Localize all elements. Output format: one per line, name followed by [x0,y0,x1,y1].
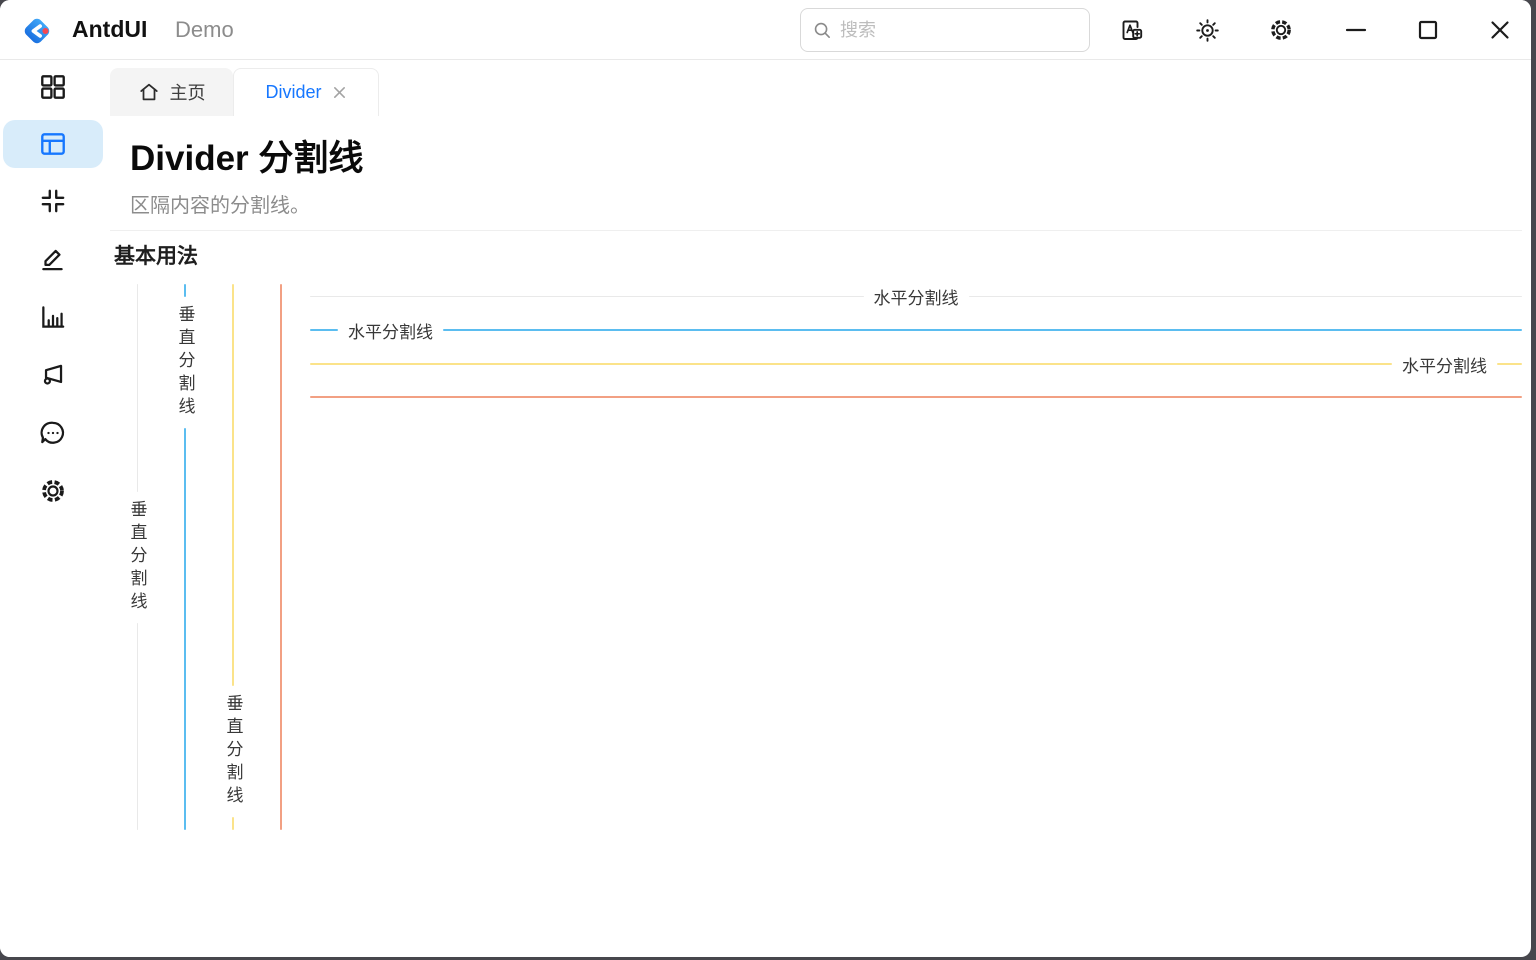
app-window: AntdUI Demo 搜索 主页 Divider Divider 分割线 区隔… [0,0,1531,957]
divider-line [184,428,186,830]
divider-label: 垂直分割线 [223,694,243,809]
divider-label: 垂直分割线 [175,305,195,420]
vertical-divider-blue-top: 垂直分割线 [173,284,197,830]
settings-icon [42,480,64,502]
antdui-logo-icon [24,18,50,44]
header-divider [110,230,1522,231]
divider-line [1497,363,1522,365]
vertical-divider-default: 垂直分割线 [125,284,149,830]
vertical-divider-red-plain [269,284,293,830]
divider-line [232,817,234,830]
search-icon [814,22,830,38]
megaphone-icon [43,364,63,385]
divider-line [310,396,1522,398]
divider-line [232,284,234,686]
divider-label: 水平分割线 [1402,356,1487,376]
theme-sun-icon[interactable] [1186,9,1228,51]
divider-line [310,295,864,297]
horizontal-divider-default: 水平分割线 [310,284,1522,308]
sidebar [0,61,104,957]
divider-label: 水平分割线 [873,288,959,308]
settings-icon[interactable] [1260,9,1302,51]
search-input[interactable] [840,19,1077,41]
divider-line [310,363,1392,365]
vertical-divider-yellow-bottom: 垂直分割线 [221,284,245,830]
sidebar-item-settings[interactable] [3,467,103,515]
divider-line [443,329,1522,331]
titlebar: AntdUI Demo [0,0,1531,60]
divider-line [280,284,282,830]
shrink-icon [41,189,65,213]
chat-icon [40,421,65,444]
horizontal-divider-yellow-right: 水平分割线 [310,352,1522,376]
translate-icon[interactable] [1110,9,1152,51]
tab-home-label: 主页 [169,83,206,103]
tab-divider[interactable]: Divider [233,68,379,116]
page-title: Divider 分割线 [130,139,364,178]
app-name: AntdUI [72,16,148,42]
search-box[interactable] [800,8,1090,52]
tab-home[interactable]: 主页 [110,68,233,116]
sidebar-item-chart[interactable] [3,293,103,341]
page-subtitle: 区隔内容的分割线。 [130,195,310,217]
layout-icon [41,133,65,155]
horizontal-divider-blue-left: 水平分割线 [310,318,1522,342]
divider-line [136,622,138,830]
maximize-icon[interactable] [1407,9,1449,51]
close-icon[interactable] [1479,9,1521,51]
minimize-icon[interactable] [1335,9,1377,51]
app-mode: Demo [175,17,234,42]
divider-line [310,329,338,331]
horizontal-divider-red-plain [310,385,1522,409]
sidebar-item-shrink[interactable] [3,177,103,225]
divider-line [136,284,138,492]
tab-divider-label: Divider [265,82,322,102]
edit-icon [42,249,63,271]
sidebar-item-edit[interactable] [3,235,103,283]
bar-chart-icon [42,306,65,328]
sidebar-item-megaphone[interactable] [3,351,103,399]
home-icon [139,83,158,101]
sidebar-item-dashboard[interactable] [3,63,103,111]
divider-line [968,295,1522,297]
divider-label: 垂直分割线 [127,499,147,615]
divider-label: 水平分割线 [348,322,433,342]
dashboard-grid-icon [41,75,65,99]
sidebar-item-chat[interactable] [3,409,103,457]
divider-line [184,284,186,297]
section-title: 基本用法 [114,245,198,268]
sidebar-item-layout[interactable] [3,120,103,168]
tab-close-icon[interactable] [332,85,347,100]
